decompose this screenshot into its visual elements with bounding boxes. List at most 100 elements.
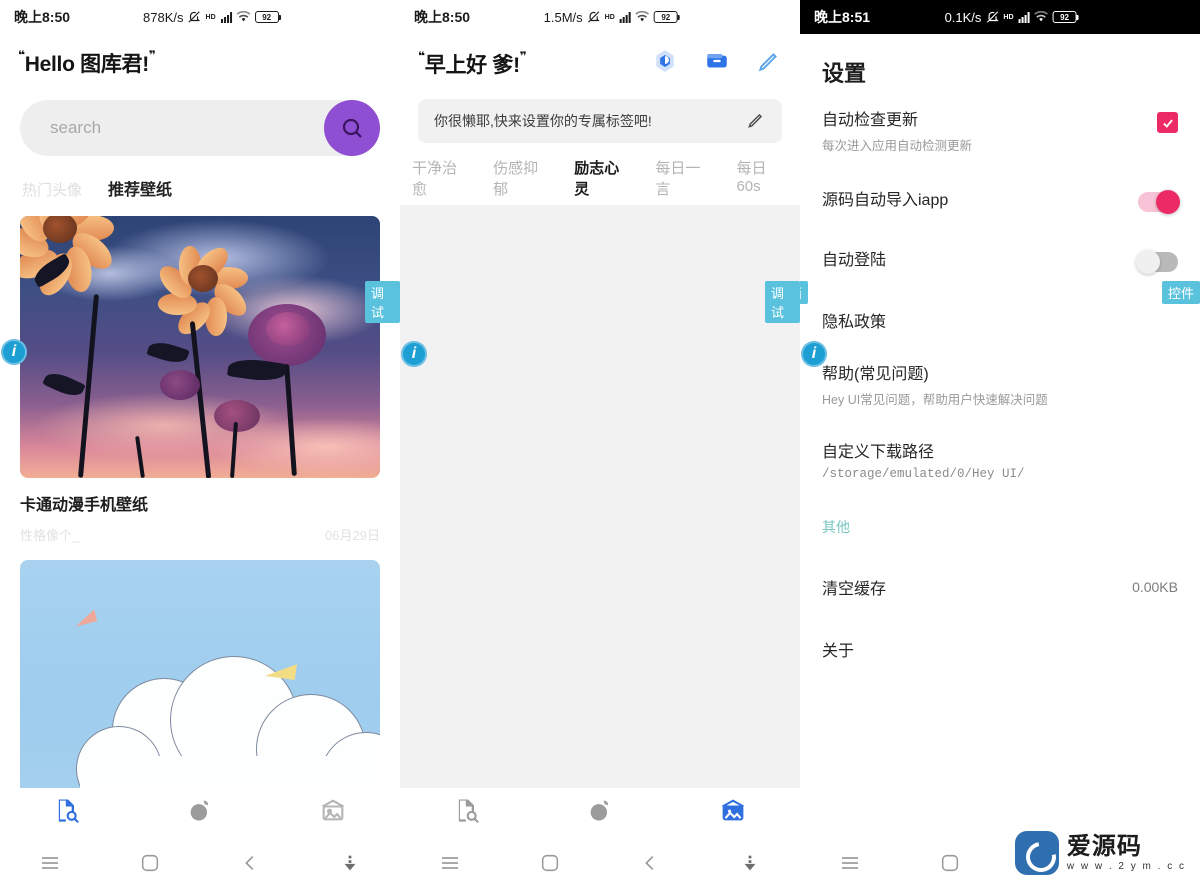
sysnav-home[interactable] [100,852,200,874]
interface-badge[interactable]: 界面 [800,281,809,304]
section-label: 其他 [822,519,850,535]
sysnav-download[interactable] [700,852,800,874]
tab-inspirational[interactable]: 励志心灵 [574,157,632,207]
setting-label: 自定义下载路径 [822,444,935,461]
wifi-icon [635,11,650,23]
download-icon [344,855,356,870]
sysnav-menu[interactable] [0,851,100,875]
setting-row-auto-import[interactable]: 源码自动导入iapp [800,154,1200,214]
document-search-icon [58,799,79,823]
tag-banner-text: 你很懒耶,快来设置你的专属标签吧! [434,113,652,129]
setting-row-auto-login[interactable]: 自动登陆 [800,212,1200,274]
sunset-sunflowers-artwork [20,216,380,478]
quote-close: ❞ [519,48,527,63]
sysnav-home[interactable] [500,852,600,874]
tag-banner[interactable]: 你很懒耶,快来设置你的专属标签吧! [418,99,782,143]
pencil-icon[interactable] [756,48,782,79]
signal-icon [1018,11,1030,23]
setting-label: 关于 [822,643,855,660]
setting-row-clear-cache[interactable]: 清空缓存 0.00KB [800,537,1200,599]
battery-icon: 92 [653,11,680,23]
edit-icon-svg [748,113,763,128]
mute-bell-icon [985,10,999,24]
sysnav-home[interactable] [900,852,1000,874]
search-button[interactable] [324,100,380,156]
wallet-icon-svg [707,53,727,68]
nav-item-documents[interactable] [453,796,481,829]
search-placeholder: search [50,118,102,137]
auto-import-switch[interactable] [1138,190,1180,214]
card-meta: 性格像个_ 06月29日 [20,525,380,544]
sysnav-download[interactable] [300,852,400,874]
edit-icon[interactable] [746,110,766,133]
home-icon [541,854,559,871]
setting-label: 隐私政策 [822,314,887,331]
search-icon [342,118,362,138]
tab-sad-depressed[interactable]: 伤感抑郁 [493,157,550,207]
home-icon [941,854,959,871]
avatar-icon [190,800,209,820]
nav-item-pictures[interactable] [319,796,347,829]
setting-sub: /storage/emulated/0/Hey UI/ [822,467,1025,481]
status-time: 晚上8:50 [414,9,471,25]
back-icon [245,855,254,870]
status-time: 晚上8:51 [814,9,871,25]
search-bar[interactable]: search [20,100,380,156]
sysnav-menu[interactable] [400,851,500,875]
page-title: ❝早上好 爹!❞ [418,49,527,79]
wallpaper-card[interactable] [20,560,380,798]
status-bar-left: 晚上8:50 878K/s HD 92 [0,0,400,34]
nav-item-pictures[interactable] [719,796,747,829]
bottom-nav-left [0,788,400,836]
tab-clean-healing[interactable]: 干净治愈 [412,157,469,207]
wallet-icon[interactable] [704,48,730,79]
nav-item-documents[interactable] [53,796,81,829]
setting-row-download-path[interactable]: 自定义下载路径 /storage/emulated/0/Hey UI/ [800,408,1200,481]
quote-category-tabs: 干净治愈 伤感抑郁 励志心灵 每日一言 每日60s [400,143,800,207]
gem-icon[interactable] [652,48,678,79]
info-icon[interactable]: i [801,341,827,367]
wallpaper-thumbnail[interactable] [20,216,380,478]
section-header-other: 其他 [800,481,1200,537]
greeting-row: ❝早上好 爹!❞ [400,34,800,79]
wallpaper-card[interactable]: 卡通动漫手机壁纸 性格像个_ 06月29日 [20,216,380,544]
debug-badge[interactable]: 调试 [365,281,400,323]
tab-hot-avatars[interactable]: 热门头像 [22,179,82,200]
info-icon[interactable]: i [401,341,427,367]
debug-badge[interactable]: 调试 [765,281,800,323]
quote-open: ❝ [18,48,25,62]
battery-icon: 92 [1052,11,1079,23]
tab-daily-quote[interactable]: 每日一言 [655,157,712,207]
sysnav-back[interactable] [200,852,300,874]
info-icon[interactable]: i [1,339,27,365]
wallpaper-thumbnail[interactable] [20,560,380,798]
page-title: 设置 [822,61,867,86]
auto-update-checkbox[interactable] [1157,112,1178,133]
tab-daily-60s[interactable]: 每日60s [736,157,788,207]
bottom-nav-middle [400,788,800,836]
back-icon [645,855,654,870]
auto-login-switch[interactable] [1136,250,1178,274]
quote-close: ❞ [148,48,156,62]
menu-icon [442,856,458,869]
network-speed: 0.1K/s [944,9,982,25]
menu-icon [42,856,58,869]
nav-item-avatars[interactable] [586,796,614,829]
panel-quotes-home: 晚上8:50 1.5M/s HD 92 ❝早上好 爹!❞ 你很懒耶,快来设置你的… [400,0,800,889]
setting-row-privacy-policy[interactable]: 隐私政策 [800,272,1200,332]
setting-row-auto-update[interactable]: 自动检查更新 每次进入应用自动检测更新 [800,88,1200,154]
nav-item-avatars[interactable] [186,796,214,829]
tab-recommended-wallpapers[interactable]: 推荐壁纸 [108,176,172,200]
watermark-url: w w w . 2 y m . c c [1066,860,1186,872]
status-bar-right: 晚上8:51 0.1K/s HD 92 [800,0,1200,34]
header-actions [652,48,782,79]
widget-badge[interactable]: 控件 [1161,281,1200,304]
category-tabs: 热门头像 推荐壁纸 [0,156,400,200]
quote-open: ❝ [418,48,425,63]
sysnav-menu[interactable] [800,851,900,875]
setting-row-help[interactable]: 帮助(常见问题) Hey UI常见问题，帮助用户快速解决问题 [800,332,1200,408]
check-icon [1162,118,1173,128]
sysnav-back[interactable] [600,852,700,874]
document-search-icon [458,799,479,823]
setting-row-about[interactable]: 关于 [800,599,1200,661]
